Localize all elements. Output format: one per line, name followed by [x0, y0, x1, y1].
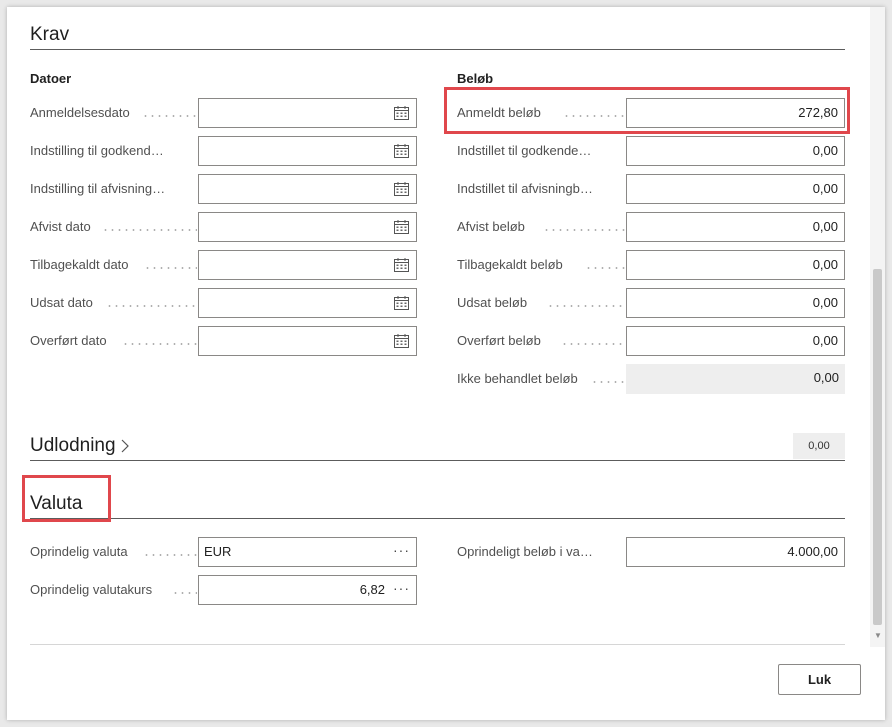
- label-leader-dots: [143, 554, 197, 556]
- field-label: Tilbagekaldt dato: [30, 257, 129, 272]
- label-leader-dots: [142, 115, 197, 117]
- section-title-udlodning[interactable]: Udlodning: [30, 435, 116, 457]
- tilbagekaldt-beloeb-input[interactable]: 0,00: [626, 250, 845, 280]
- afvist-beloeb-input[interactable]: 0,00: [626, 212, 845, 242]
- field-label: Overført dato: [30, 333, 107, 348]
- calendar-icon[interactable]: [394, 296, 409, 310]
- label-leader-dots: [172, 592, 197, 594]
- indstilling-godkendelse-date-input[interactable]: [198, 136, 417, 166]
- field-label: Oprindeligt beløb i va…: [457, 544, 593, 559]
- amount-row-indstillet-godkendelse: Indstillet til godkende… 0,00: [457, 136, 847, 166]
- overfoert-dato-date-input[interactable]: [198, 326, 417, 356]
- footer-divider: [30, 644, 845, 645]
- lookup-ellipsis-icon[interactable]: ···: [393, 576, 410, 600]
- original-amount-currency-input[interactable]: 4.000,00: [626, 537, 845, 567]
- date-row-tilbagekaldt-dato: Tilbagekaldt dato: [30, 250, 420, 280]
- label-leader-dots: [106, 305, 197, 307]
- lookup-ellipsis-icon[interactable]: ···: [393, 538, 410, 562]
- field-value: 6,82: [359, 582, 385, 597]
- close-button[interactable]: Luk: [778, 664, 861, 695]
- field-label: Indstillet til afvisningb…: [457, 181, 593, 196]
- indstilling-afvisning-date-input[interactable]: [198, 174, 417, 204]
- calendar-icon[interactable]: [394, 106, 409, 120]
- label-leader-dots: [547, 305, 625, 307]
- overfoert-beloeb-input[interactable]: 0,00: [626, 326, 845, 356]
- field-value: 0,00: [812, 219, 838, 234]
- calendar-icon[interactable]: [394, 144, 409, 158]
- currency-row-amount: Oprindeligt beløb i va… 4.000,00: [457, 537, 847, 567]
- label-leader-dots: [543, 229, 625, 231]
- field-label: Oprindelig valuta: [30, 544, 128, 559]
- field-label: Overført beløb: [457, 333, 541, 348]
- amount-row-indstillet-afvisning: Indstillet til afvisningb… 0,00: [457, 174, 847, 204]
- scroll-down-arrow-icon[interactable]: ▼: [874, 631, 882, 641]
- field-label: Tilbagekaldt beløb: [457, 257, 563, 272]
- date-row-udsat-dato: Udsat dato: [30, 288, 420, 318]
- field-value: 4.000,00: [787, 544, 838, 559]
- field-value: 0,00: [813, 370, 839, 385]
- highlight-anmeldt-beloeb: [444, 87, 850, 134]
- section-divider: [30, 518, 845, 519]
- date-row-afvist-dato: Afvist dato: [30, 212, 420, 242]
- date-row-anmeldelsesdato: Anmeldelsesdato: [30, 98, 420, 128]
- field-label: Anmeldelsesdato: [30, 105, 130, 120]
- section-title-krav: Krav: [30, 24, 70, 45]
- section-divider: [30, 460, 845, 461]
- field-label: Indstilling til godkend…: [30, 143, 164, 158]
- amount-row-ikke-behandlet: Ikke behandlet beløb 0,00: [457, 364, 847, 394]
- scrollbar-thumb[interactable]: [873, 269, 882, 625]
- field-label: Afvist dato: [30, 219, 91, 234]
- calendar-icon[interactable]: [394, 182, 409, 196]
- label-leader-dots: [102, 229, 197, 231]
- udsat-beloeb-input[interactable]: 0,00: [626, 288, 845, 318]
- field-value: 0,00: [812, 333, 838, 348]
- field-label: Indstillet til godkende…: [457, 143, 592, 158]
- udsat-dato-date-input[interactable]: [198, 288, 417, 318]
- field-value: 0,00: [812, 295, 838, 310]
- ikke-behandlet-beloeb-readonly: 0,00: [626, 364, 845, 394]
- afvist-dato-date-input[interactable]: [198, 212, 417, 242]
- amount-row-tilbagekaldt: Tilbagekaldt beløb 0,00: [457, 250, 847, 280]
- highlight-valuta: [22, 475, 111, 522]
- anmeldelsesdato-date-input[interactable]: [198, 98, 417, 128]
- original-exchange-rate-input[interactable]: 6,82 ···: [198, 575, 417, 605]
- calendar-icon[interactable]: [394, 220, 409, 234]
- indstillet-afvisning-input[interactable]: 0,00: [626, 174, 845, 204]
- label-leader-dots: [591, 381, 625, 383]
- field-label: Udsat beløb: [457, 295, 528, 310]
- group-title-amounts: Beløb: [457, 71, 494, 86]
- currency-row-original: Oprindelig valuta EUR ···: [30, 537, 420, 567]
- field-label: Afvist beløb: [457, 219, 525, 234]
- vertical-scrollbar[interactable]: ▼: [870, 7, 885, 647]
- amount-row-overfoert: Overført beløb 0,00: [457, 326, 847, 356]
- tilbagekaldt-dato-date-input[interactable]: [198, 250, 417, 280]
- field-value: 0,00: [812, 257, 838, 272]
- field-value: 0,00: [812, 181, 838, 196]
- claim-dialog: ▼ Krav Datoer Beløb Anmeldelsesdato Inds…: [7, 7, 885, 720]
- label-leader-dots: [144, 267, 197, 269]
- section-divider: [30, 49, 845, 50]
- date-row-indstilling-afvisning: Indstilling til afvisning…: [30, 174, 420, 204]
- field-label: Oprindelig valutakurs: [30, 582, 153, 597]
- calendar-icon[interactable]: [394, 258, 409, 272]
- currency-row-rate: Oprindelig valutakurs 6,82 ···: [30, 575, 420, 605]
- label-leader-dots: [561, 343, 625, 345]
- field-label: Ikke behandlet beløb: [457, 371, 578, 386]
- udlodning-total-badge: 0,00: [793, 433, 845, 459]
- field-value: 0,00: [812, 143, 838, 158]
- date-row-indstilling-godkendelse: Indstilling til godkend…: [30, 136, 420, 166]
- field-label: Udsat dato: [30, 295, 93, 310]
- amount-row-udsat: Udsat beløb 0,00: [457, 288, 847, 318]
- field-label: Indstilling til afvisning…: [30, 181, 166, 196]
- label-leader-dots: [585, 267, 625, 269]
- original-currency-lookup[interactable]: EUR ···: [198, 537, 417, 567]
- amount-row-afvist: Afvist beløb 0,00: [457, 212, 847, 242]
- indstillet-godkendelse-input[interactable]: 0,00: [626, 136, 845, 166]
- chevron-right-icon[interactable]: [118, 439, 132, 453]
- date-row-overfoert-dato: Overført dato: [30, 326, 420, 356]
- label-leader-dots: [122, 343, 197, 345]
- group-title-dates: Datoer: [30, 71, 72, 86]
- calendar-icon[interactable]: [394, 334, 409, 348]
- field-value: EUR: [204, 544, 232, 559]
